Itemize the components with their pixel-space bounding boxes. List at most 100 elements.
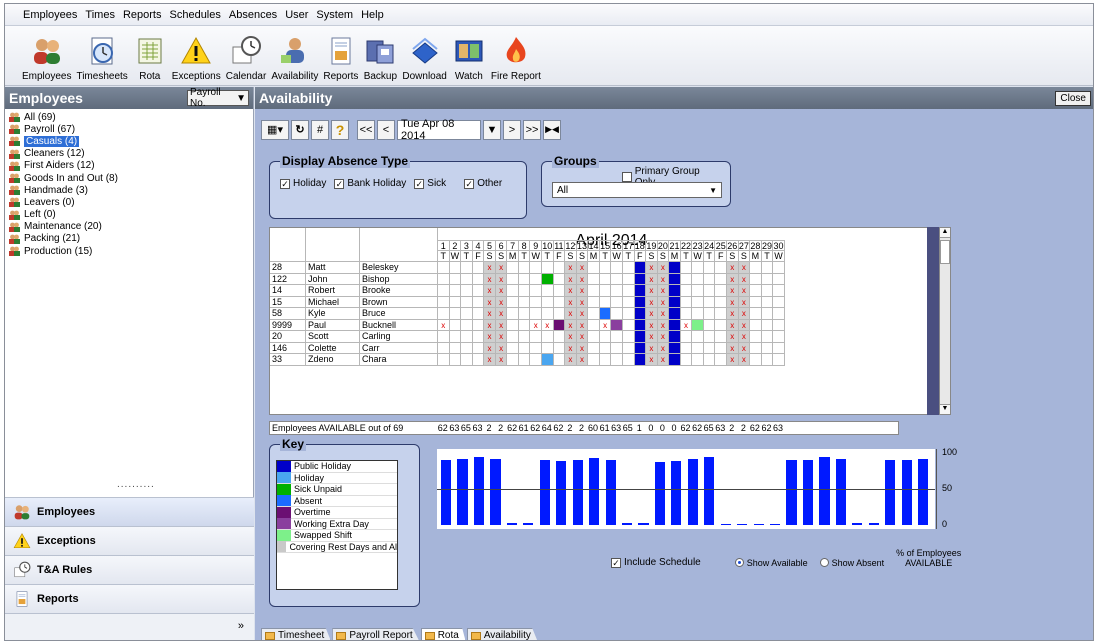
goto-icon: ▶◀ bbox=[545, 124, 559, 134]
last-button[interactable]: >> bbox=[523, 119, 541, 140]
menu-employees[interactable]: Employees bbox=[23, 9, 77, 21]
first-name: John bbox=[306, 273, 360, 285]
grid-day-cell bbox=[588, 319, 600, 331]
menu-absences[interactable]: Absences bbox=[229, 9, 277, 21]
absence-other-checkbox[interactable]: ✓ Other bbox=[464, 178, 502, 189]
menu-schedules[interactable]: Schedules bbox=[170, 9, 221, 21]
scroll-up-icon[interactable]: ▲ bbox=[940, 228, 950, 238]
key-swatch bbox=[277, 529, 291, 541]
day-number: 22 bbox=[680, 240, 693, 251]
grid-day-cell: x bbox=[727, 319, 739, 331]
grid-day-cell bbox=[588, 296, 600, 308]
next-button[interactable]: > bbox=[503, 119, 521, 140]
radio-label: Show Absent bbox=[831, 557, 885, 568]
sort-by-select[interactable]: Payroll No. ▼ bbox=[187, 87, 249, 109]
axis-tick-label: 0 bbox=[942, 519, 948, 529]
tree-item[interactable]: All (69) bbox=[9, 111, 253, 123]
first-button[interactable]: << bbox=[357, 119, 375, 140]
tree-item[interactable]: Maintenance (20) bbox=[9, 221, 253, 233]
tab-rota[interactable]: Rota bbox=[420, 628, 466, 640]
tree-item[interactable]: Casuals (4) bbox=[9, 135, 253, 147]
tree-item[interactable]: Payroll (67) bbox=[9, 123, 253, 135]
day-number: 6 bbox=[495, 240, 508, 251]
tree-item[interactable]: Left (0) bbox=[9, 209, 253, 221]
grid-day-cell: x bbox=[576, 319, 589, 331]
scroll-down-icon[interactable]: ▼ bbox=[940, 404, 950, 414]
goto-today-button[interactable]: ▶◀ bbox=[543, 119, 561, 140]
tab-timesheet[interactable]: Timesheet bbox=[261, 628, 332, 640]
key-label: Public Holiday bbox=[294, 461, 352, 472]
grid-day-cell: x bbox=[738, 285, 751, 297]
menu-user[interactable]: User bbox=[285, 9, 308, 21]
tree-item[interactable]: Handmade (3) bbox=[9, 184, 253, 196]
chart-bar bbox=[770, 523, 781, 525]
grid-day-cell bbox=[530, 331, 543, 343]
group-select[interactable]: All ▼ bbox=[552, 182, 722, 198]
date-picker[interactable]: Tue Apr 08 2014 bbox=[397, 118, 481, 142]
refresh-button[interactable]: ↻ bbox=[291, 119, 309, 140]
tree-item[interactable]: Cleaners (12) bbox=[9, 148, 253, 160]
toolbar-backup-button[interactable]: Backup bbox=[362, 27, 398, 85]
grid-day-cell: x bbox=[646, 273, 658, 285]
include-schedule-checkbox[interactable]: ✓ Include Schedule bbox=[611, 557, 701, 568]
nav-reports[interactable]: Reports bbox=[5, 584, 254, 613]
show-absent-radio[interactable]: Show Absent bbox=[819, 557, 885, 568]
absence-sick-checkbox[interactable]: ✓ Sick bbox=[414, 178, 446, 189]
grid-day-cell bbox=[622, 354, 635, 366]
tab-payroll-report[interactable]: Payroll Report bbox=[332, 628, 420, 640]
grid-view-button[interactable]: ▦ ▾ bbox=[261, 119, 289, 140]
key-swatch bbox=[277, 541, 287, 553]
chart-bar bbox=[720, 523, 731, 525]
menu-help[interactable]: Help bbox=[361, 9, 384, 21]
grid-day-cell bbox=[438, 262, 450, 274]
splitter-grip[interactable]: .......... bbox=[117, 479, 155, 490]
help-button[interactable]: ? bbox=[331, 119, 349, 140]
toolbar-rota-button[interactable]: Rota bbox=[132, 27, 168, 85]
grid-day-cell: x bbox=[495, 308, 508, 320]
toolbar-calendar-button[interactable]: Calendar bbox=[225, 27, 268, 85]
menu-system[interactable]: System bbox=[316, 9, 353, 21]
grid-day-cell: x bbox=[484, 273, 496, 285]
tree-item[interactable]: First Aiders (12) bbox=[9, 160, 253, 172]
toolbar-watch-button[interactable]: Watch bbox=[451, 27, 487, 85]
toolbar-employees-button[interactable]: Employees bbox=[21, 27, 72, 85]
scroll-thumb[interactable] bbox=[940, 240, 950, 264]
tree-item[interactable]: Goods In and Out (8) bbox=[9, 172, 253, 184]
people-icon bbox=[13, 503, 31, 521]
number-toggle-button[interactable]: # bbox=[311, 119, 329, 140]
weekday: T bbox=[461, 251, 473, 262]
nav-exceptions[interactable]: Exceptions bbox=[5, 526, 254, 555]
grid-scrollbar[interactable]: ▲ ▼ bbox=[939, 227, 951, 415]
help-icon: ? bbox=[335, 121, 345, 138]
menu-reports[interactable]: Reports bbox=[123, 9, 162, 21]
tree-item[interactable]: Leavers (0) bbox=[9, 196, 253, 208]
tab-availability[interactable]: Availability bbox=[466, 628, 538, 640]
tab-icon bbox=[265, 631, 275, 640]
previous-button[interactable]: < bbox=[377, 119, 395, 140]
toolbar-availability-button[interactable]: Availability bbox=[270, 27, 319, 85]
absence-holiday-checkbox[interactable]: ✓ Holiday bbox=[280, 178, 326, 189]
checkbox-box: ✓ bbox=[414, 178, 425, 189]
toolbar-reports-button[interactable]: Reports bbox=[322, 27, 359, 85]
tree-item[interactable]: Production (15) bbox=[9, 245, 253, 257]
day-number: 15 bbox=[599, 240, 612, 251]
next-icon: > bbox=[508, 123, 516, 136]
available-value: 62 bbox=[680, 423, 691, 433]
application-window: Employees Times Reports Schedules Absences Us… bbox=[4, 3, 1094, 641]
date-dropdown-button[interactable]: ▼ bbox=[483, 119, 501, 140]
nav-employees[interactable]: Employees bbox=[5, 497, 254, 526]
show-available-radio[interactable]: Show Available bbox=[734, 558, 808, 568]
absence-bank-holiday-checkbox[interactable]: ✓ Bank Holiday bbox=[334, 178, 406, 189]
key-swatch bbox=[277, 460, 291, 472]
toolbar-fire-report-button[interactable]: Fire Report bbox=[490, 27, 542, 85]
toolbar-timesheets-button[interactable]: Timesheets bbox=[75, 27, 128, 85]
nav-t-a-rules[interactable]: T&A Rules bbox=[5, 555, 254, 584]
menu-times[interactable]: Times bbox=[85, 9, 115, 21]
toolbar-exceptions-button[interactable]: Exceptions bbox=[171, 27, 222, 85]
expand-icon[interactable]: » bbox=[238, 620, 244, 632]
day-number: 12 bbox=[565, 240, 577, 251]
toolbar-download-button[interactable]: Download bbox=[401, 27, 447, 85]
chart-bar bbox=[868, 522, 879, 525]
close-button[interactable]: Close bbox=[1055, 90, 1091, 106]
tree-item[interactable]: Packing (21) bbox=[9, 233, 253, 245]
